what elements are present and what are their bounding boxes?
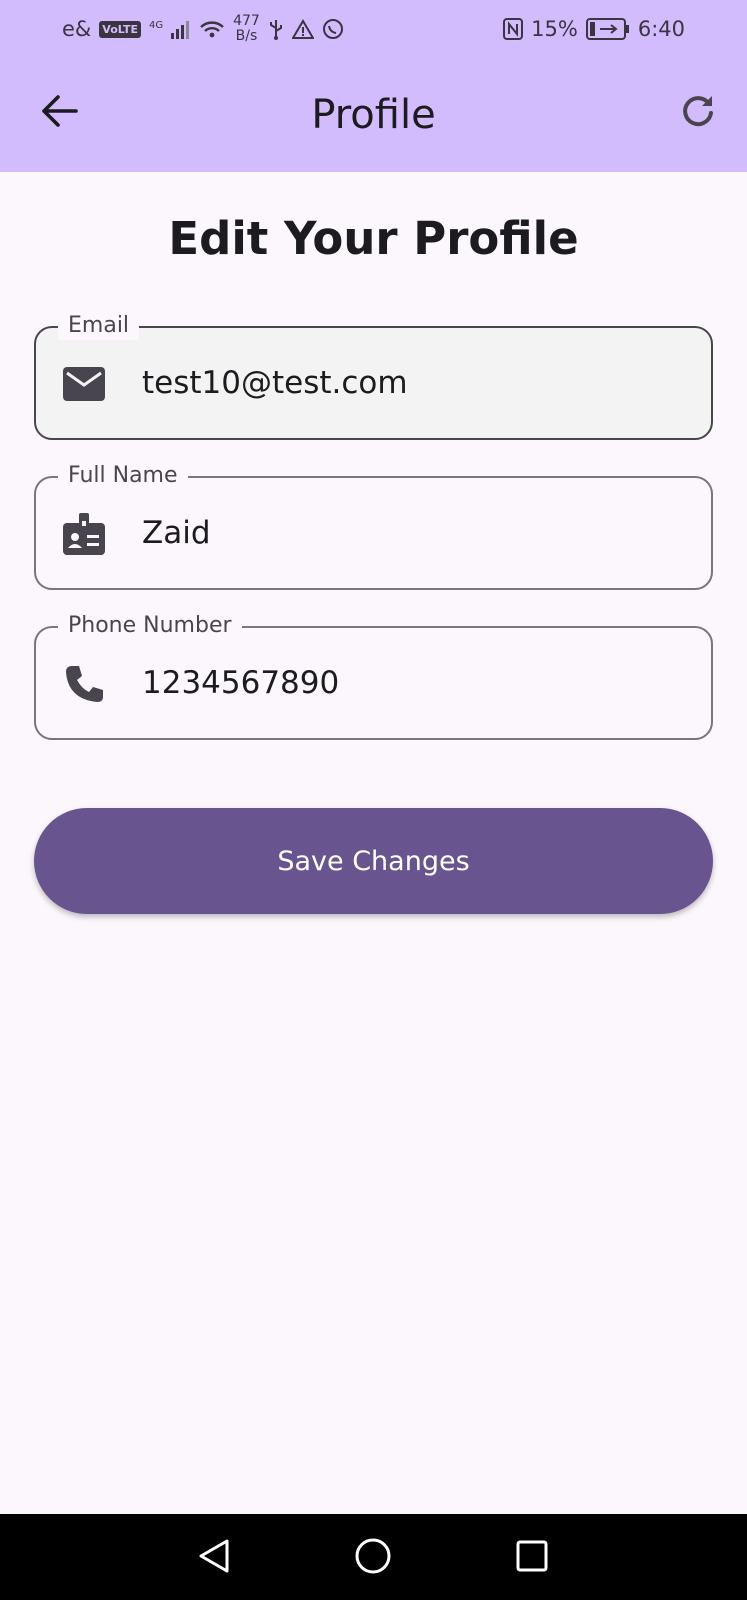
warning-icon [291, 19, 314, 39]
full-name-input[interactable]: Zaid [142, 478, 702, 588]
cell-signal-icon [171, 19, 191, 39]
refresh-icon [680, 93, 716, 133]
battery-icon [585, 18, 630, 40]
save-changes-button[interactable]: Save Changes [34, 808, 713, 914]
circle-home-icon [354, 1537, 392, 1579]
network-speed-value: 477 [233, 13, 260, 29]
network-speed-unit: B/s [235, 28, 258, 44]
carrier-label: e& [62, 17, 92, 41]
status-bar: e& VoLTE 4G 477 B/s 15% 6:40 [0, 0, 747, 58]
status-bar-right: 15% 6:40 [503, 17, 685, 41]
app-bar-title: Profile [311, 92, 436, 138]
system-nav-bar [0, 1514, 747, 1600]
phone-input[interactable]: 1234567890 [142, 628, 702, 738]
status-bar-left: e& VoLTE 4G 477 B/s [62, 14, 344, 44]
volte-badge: VoLTE [99, 20, 141, 38]
refresh-button[interactable] [675, 90, 721, 136]
back-button[interactable] [36, 90, 82, 136]
nav-back-button[interactable] [190, 1534, 238, 1582]
nav-home-button[interactable] [349, 1534, 397, 1582]
app-bar: Profile [0, 58, 747, 172]
whatsapp-icon [322, 18, 344, 40]
nfc-icon [503, 18, 524, 40]
clock: 6:40 [637, 17, 685, 41]
battery-percent: 15% [531, 17, 578, 41]
phone-field[interactable]: Phone Number 1234567890 [34, 612, 713, 740]
phone-icon [62, 662, 106, 706]
email-field[interactable]: Email test10@test.com [34, 312, 713, 440]
network-type-label: 4G [148, 20, 164, 31]
usb-icon [268, 18, 284, 40]
email-icon [62, 362, 106, 406]
email-field-label: Email [58, 312, 140, 340]
email-input[interactable]: test10@test.com [142, 328, 702, 438]
arrow-back-icon [40, 94, 78, 132]
profile-form: Edit Your Profile Email test10@test.com … [0, 172, 747, 1514]
save-changes-label: Save Changes [277, 845, 470, 877]
nav-recents-button[interactable] [508, 1534, 556, 1582]
full-name-field[interactable]: Full Name Zaid [34, 462, 713, 590]
wifi-icon [199, 19, 225, 39]
top-area: e& VoLTE 4G 477 B/s 15% 6:40 Profile [0, 0, 747, 172]
square-recents-icon [515, 1539, 549, 1577]
badge-icon [62, 512, 106, 556]
page-heading: Edit Your Profile [168, 212, 579, 265]
triangle-back-icon [197, 1538, 231, 1578]
network-speed: 477 B/s [233, 14, 260, 44]
